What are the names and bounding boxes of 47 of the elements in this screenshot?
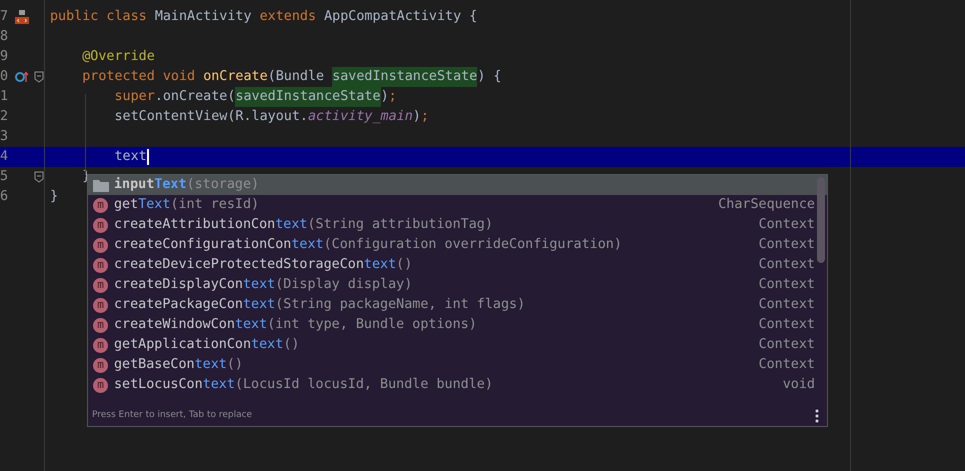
method-icon: m: [93, 218, 108, 232]
more-icon[interactable]: [815, 408, 819, 422]
method-icon: m: [93, 358, 108, 372]
line-number: 5: [0, 168, 10, 186]
code-line: setContentView(R.layout.activity_main);: [113, 108, 429, 126]
method-icon: m: [93, 278, 108, 292]
code-line: super.onCreate(savedInstanceState);: [44, 86, 397, 108]
code-line: text: [113, 148, 149, 167]
line-number: 4: [0, 148, 10, 166]
code-line: public class MainActivity extends AppCompatActivity {: [49, 8, 478, 26]
line-number: 3: [0, 128, 10, 146]
completion-item[interactable]: m createDisplayContext(Display display) Context: [88, 275, 827, 295]
completion-item[interactable]: m createPackageContext(String packageName, int flags) Context: [88, 295, 827, 315]
method-icon: m: [93, 378, 108, 392]
completion-item[interactable]: inputText(storage): [88, 175, 827, 195]
line-number: 0: [0, 68, 10, 86]
completion-item[interactable]: m createWindowContext(int type, Bundle options) Context: [88, 315, 827, 335]
line-number: 7: [0, 8, 10, 26]
method-icon: m: [93, 298, 108, 312]
method-icon: m: [93, 258, 108, 272]
folder-icon: [93, 178, 109, 192]
method-icon: m: [93, 198, 108, 212]
completion-item[interactable]: m setLocusContext(LocusId locusId, Bundle bundle) void: [88, 375, 827, 395]
line-number: 1: [0, 88, 10, 106]
line-number: 8: [0, 28, 10, 46]
completion-item[interactable]: m getBaseContext() Context: [88, 355, 827, 375]
method-icon: m: [93, 338, 108, 352]
scrollbar[interactable]: [817, 177, 825, 263]
completion-item[interactable]: m createAttributionContext(String attributionTag) Context: [88, 215, 827, 235]
fold-icon[interactable]: [34, 171, 44, 183]
completion-item[interactable]: m createConfigurationContext(Configuration overrideConfiguration) Context: [88, 235, 827, 255]
fold-icon[interactable]: [34, 71, 44, 83]
completion-item[interactable]: m getText(int resId) CharSequence: [88, 195, 827, 215]
code-line: protected void onCreate(Bundle savedInstanceState) {: [44, 66, 502, 88]
line-number: 6: [0, 188, 10, 206]
line-number: 2: [0, 108, 10, 126]
completion-item[interactable]: m createDeviceProtectedStorageContext() Context: [88, 255, 827, 275]
method-icon: m: [93, 318, 108, 332]
method-icon: m: [93, 238, 108, 252]
class-file-icon: [14, 9, 30, 25]
override-icon[interactable]: [15, 71, 29, 83]
completion-item[interactable]: m getApplicationContext() Context: [88, 335, 827, 355]
text-cursor: [146, 149, 149, 165]
code-line: }: [49, 188, 58, 206]
line-number: 9: [0, 48, 10, 66]
hint-text: Press Enter to insert, Tab to replace: [92, 408, 252, 422]
code-line: @Override: [81, 48, 155, 66]
